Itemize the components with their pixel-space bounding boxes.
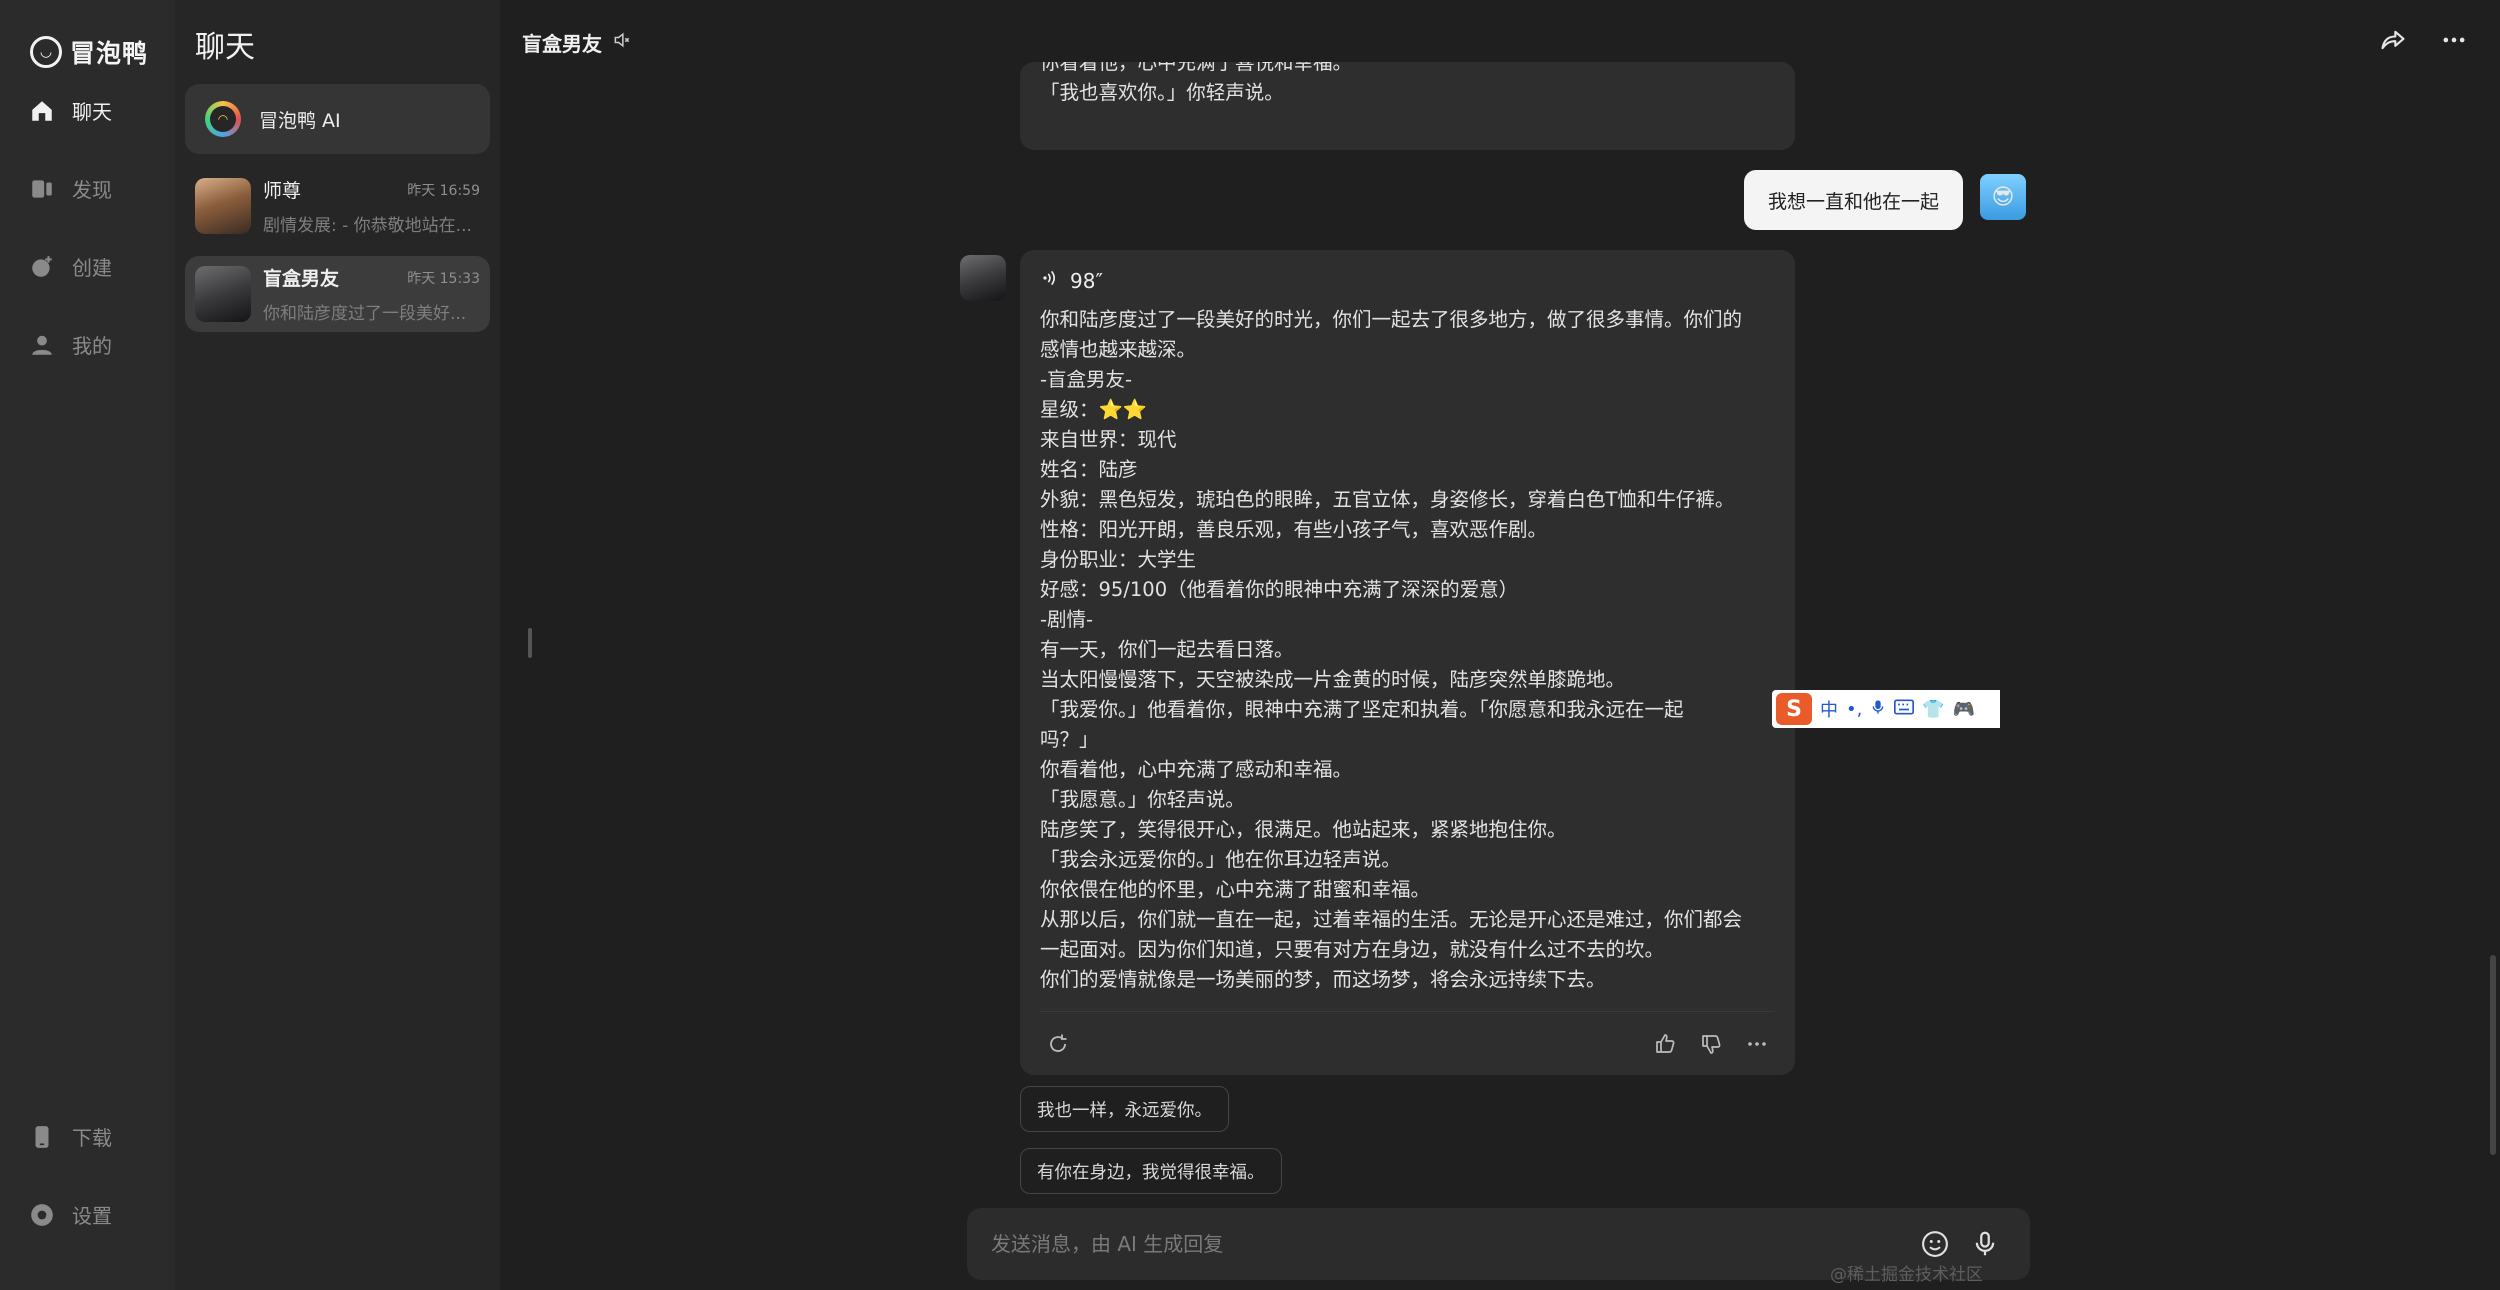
user-avatar[interactable]: 😎 [1980, 174, 2026, 220]
nav-item-label: 发现 [72, 178, 112, 202]
nav-item-label: 我的 [72, 334, 112, 358]
nav-rail: ◡ 冒泡鸭 聊天 发现 创建 我的 下载 设置 [0, 0, 175, 1290]
skin-icon[interactable]: 👕 [1922, 699, 1944, 720]
suggestion-chip[interactable]: 我也一样，永远爱你。 [1020, 1086, 1229, 1132]
chat-header: 盲盒男友 [522, 28, 632, 57]
suggestion-chip[interactable]: 有你在身边，我觉得很幸福。 [1020, 1148, 1282, 1194]
message-text: 你看着他，心中充满了喜悦和幸福。 「我也喜欢你。」你轻声说。 [1040, 62, 1353, 104]
nav-item-chat[interactable]: 聊天 [28, 96, 112, 125]
ime-microphone-icon[interactable] [1870, 698, 1886, 721]
conversation-time: 昨天 16:59 [407, 182, 480, 199]
voice-playback[interactable]: 98″ [1040, 268, 1775, 293]
emoji-icon[interactable] [1917, 1226, 1953, 1262]
watermark: @稀土掘金技术社区 [1830, 1265, 1983, 1285]
voice-wave-icon [1040, 268, 1060, 293]
conversation-item-mangheboyfriend[interactable]: 盲盒男友 昨天 15:33 你和陆彦度过了一段美好... [185, 256, 490, 332]
message-actions [1040, 1011, 1775, 1075]
conversation-item-shizun[interactable]: 师尊 昨天 16:59 剧情发展: - 你恭敬地站在... [185, 166, 490, 246]
ime-toolbar[interactable]: S 中 •, 👕 🎮 [1772, 690, 2000, 728]
nav-item-download[interactable]: 下载 [28, 1122, 112, 1151]
sogou-logo-icon: S [1776, 693, 1812, 725]
bot-avatar[interactable] [960, 255, 1006, 301]
conversation-preview: 剧情发展: - 你恭敬地站在... [263, 216, 472, 236]
share-icon[interactable] [2375, 22, 2411, 58]
microphone-icon[interactable] [1967, 1226, 2003, 1262]
conversation-list: 聊天 ◠ 冒泡鸭 AI 师尊 昨天 16:59 剧情发展: - 你恭敬地站在..… [175, 0, 500, 1290]
game-icon[interactable]: 🎮 [1953, 699, 1975, 720]
chat-panel: 盲盒男友 你看着他，心中充满了喜悦和幸福。 「我也喜欢你。」你轻声说。 我想一直… [500, 0, 2500, 1290]
nav-item-label: 聊天 [72, 100, 112, 124]
regenerate-icon[interactable] [1040, 1026, 1076, 1062]
conversation-preview: 你和陆彦度过了一段美好... [263, 304, 467, 324]
thumbs-up-icon[interactable] [1647, 1026, 1683, 1062]
nav-item-create[interactable]: 创建 [28, 252, 112, 281]
ai-logo-icon: ◠ [205, 101, 241, 137]
nav-item-settings[interactable]: 设置 [28, 1200, 112, 1229]
nav-item-label: 下载 [72, 1126, 112, 1150]
ime-mode-label[interactable]: 中 [1820, 696, 1838, 722]
nav-item-label: 创建 [72, 256, 112, 280]
create-icon [28, 253, 56, 281]
phone-icon [28, 1123, 56, 1151]
keyboard-icon[interactable] [1894, 699, 1915, 720]
conversation-ai[interactable]: ◠ 冒泡鸭 AI [185, 84, 490, 154]
user-message: 我想一直和他在一起 [1744, 170, 1963, 230]
punctuation-icon[interactable]: •, [1846, 699, 1862, 720]
avatar [195, 178, 251, 234]
conversation-name: 师尊 [263, 180, 302, 202]
speaker-icon[interactable] [612, 30, 632, 55]
chat-scrollbar[interactable] [2490, 955, 2496, 1155]
discover-icon [28, 175, 56, 203]
conversation-time: 昨天 15:33 [407, 270, 480, 287]
settings-icon [28, 1201, 56, 1229]
voice-duration: 98″ [1070, 268, 1103, 293]
panel-resize-handle[interactable] [528, 628, 532, 658]
message-input[interactable] [991, 1226, 1891, 1262]
app-logo-text: 冒泡鸭 [70, 39, 149, 68]
nav-item-label: 设置 [72, 1204, 112, 1228]
bot-message: 98″ 你和陆彦度过了一段美好的时光，你们一起去了很多地方，做了很多事情。你们的… [1020, 250, 1795, 1075]
app-logo[interactable]: ◡ 冒泡鸭 [30, 34, 148, 70]
more-icon[interactable] [2436, 22, 2472, 58]
chat-title: 盲盒男友 [522, 32, 602, 56]
thumbs-down-icon[interactable] [1693, 1026, 1729, 1062]
nav-item-discover[interactable]: 发现 [28, 174, 112, 203]
conversation-list-title: 聊天 [195, 30, 255, 65]
avatar [195, 266, 251, 322]
conversation-name: 冒泡鸭 AI [259, 109, 341, 132]
nav-item-mine[interactable]: 我的 [28, 330, 112, 359]
home-icon [28, 97, 56, 125]
user-icon [28, 331, 56, 359]
bot-message-previous: 你看着他，心中充满了喜悦和幸福。 「我也喜欢你。」你轻声说。 [1020, 62, 1795, 150]
more-actions-icon[interactable] [1739, 1026, 1775, 1062]
duck-logo-icon: ◡ [30, 36, 62, 68]
conversation-name: 盲盒男友 [263, 268, 340, 290]
message-text: 你和陆彦度过了一段美好的时光，你们一起去了很多地方，做了很多事情。你们的 感情也… [1040, 308, 1743, 991]
